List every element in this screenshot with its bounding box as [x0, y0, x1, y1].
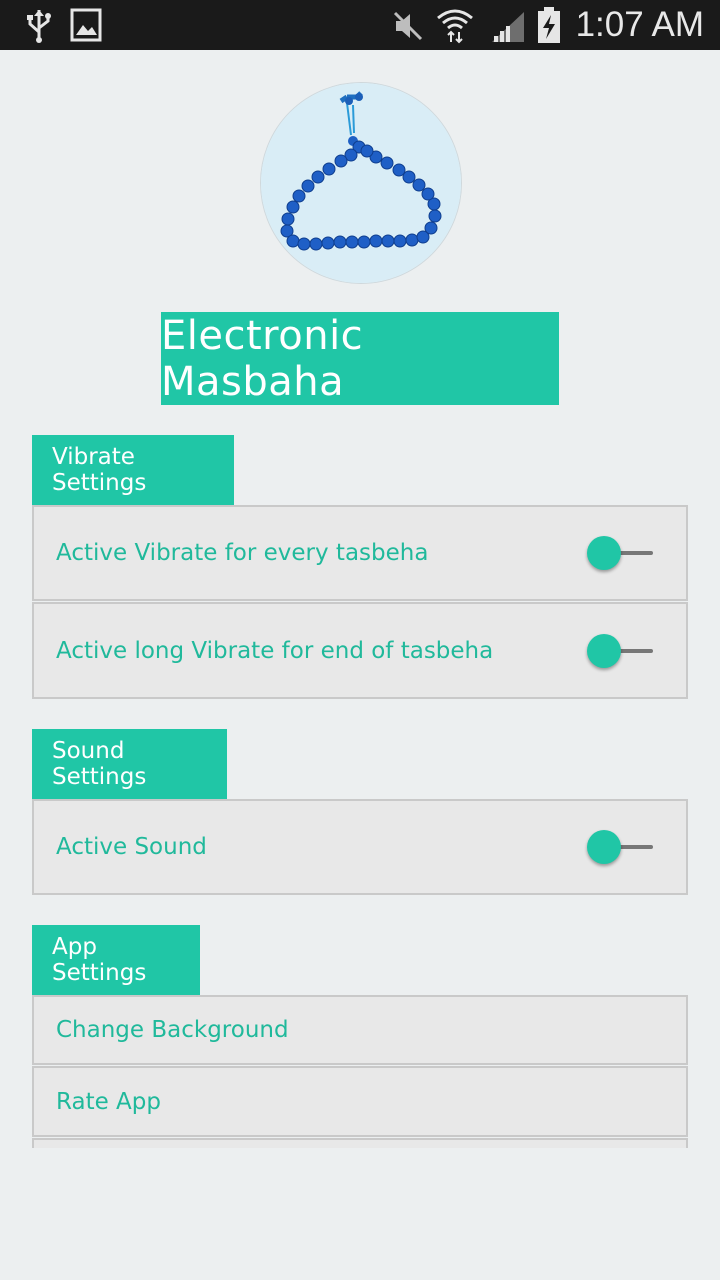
vibrate-every-tasbeha-label: Active Vibrate for every tasbeha [56, 540, 429, 566]
change-background-row[interactable]: Change Background [32, 995, 688, 1065]
battery-icon [536, 6, 562, 48]
vibrate-settings-header: Vibrate Settings [32, 435, 234, 505]
active-sound-label: Active Sound [56, 834, 207, 860]
app-settings-header: App Settings [32, 925, 200, 995]
clock: 1:07 AM [575, 5, 704, 44]
usb-icon [24, 8, 54, 48]
sound-settings-header: Sound Settings [32, 729, 227, 799]
active-sound-toggle[interactable] [587, 829, 655, 865]
signal-icon [490, 10, 526, 48]
wifi-icon [436, 6, 474, 48]
vibrate-every-tasbeha-row[interactable]: Active Vibrate for every tasbeha [32, 505, 688, 601]
change-background-label: Change Background [56, 1017, 289, 1043]
image-icon [70, 8, 102, 46]
status-bar: 1:07 AM [0, 0, 720, 50]
app-title: Electronic Masbaha [161, 312, 559, 405]
mute-icon [392, 10, 424, 46]
vibrate-end-tasbeha-row[interactable]: Active long Vibrate for end of tasbeha [32, 602, 688, 699]
toggle-thumb [587, 830, 621, 864]
toggle-thumb [587, 633, 621, 668]
rate-app-row[interactable]: Rate App [32, 1066, 688, 1137]
next-row-partial[interactable] [32, 1138, 688, 1148]
vibrate-every-tasbeha-toggle[interactable] [587, 535, 655, 571]
vibrate-end-tasbeha-label: Active long Vibrate for end of tasbeha [56, 637, 494, 664]
active-sound-row[interactable]: Active Sound [32, 799, 688, 895]
toggle-thumb [587, 536, 621, 570]
vibrate-end-tasbeha-toggle[interactable] [587, 633, 655, 669]
rate-app-label: Rate App [56, 1088, 161, 1115]
masbaha-logo [260, 82, 462, 284]
